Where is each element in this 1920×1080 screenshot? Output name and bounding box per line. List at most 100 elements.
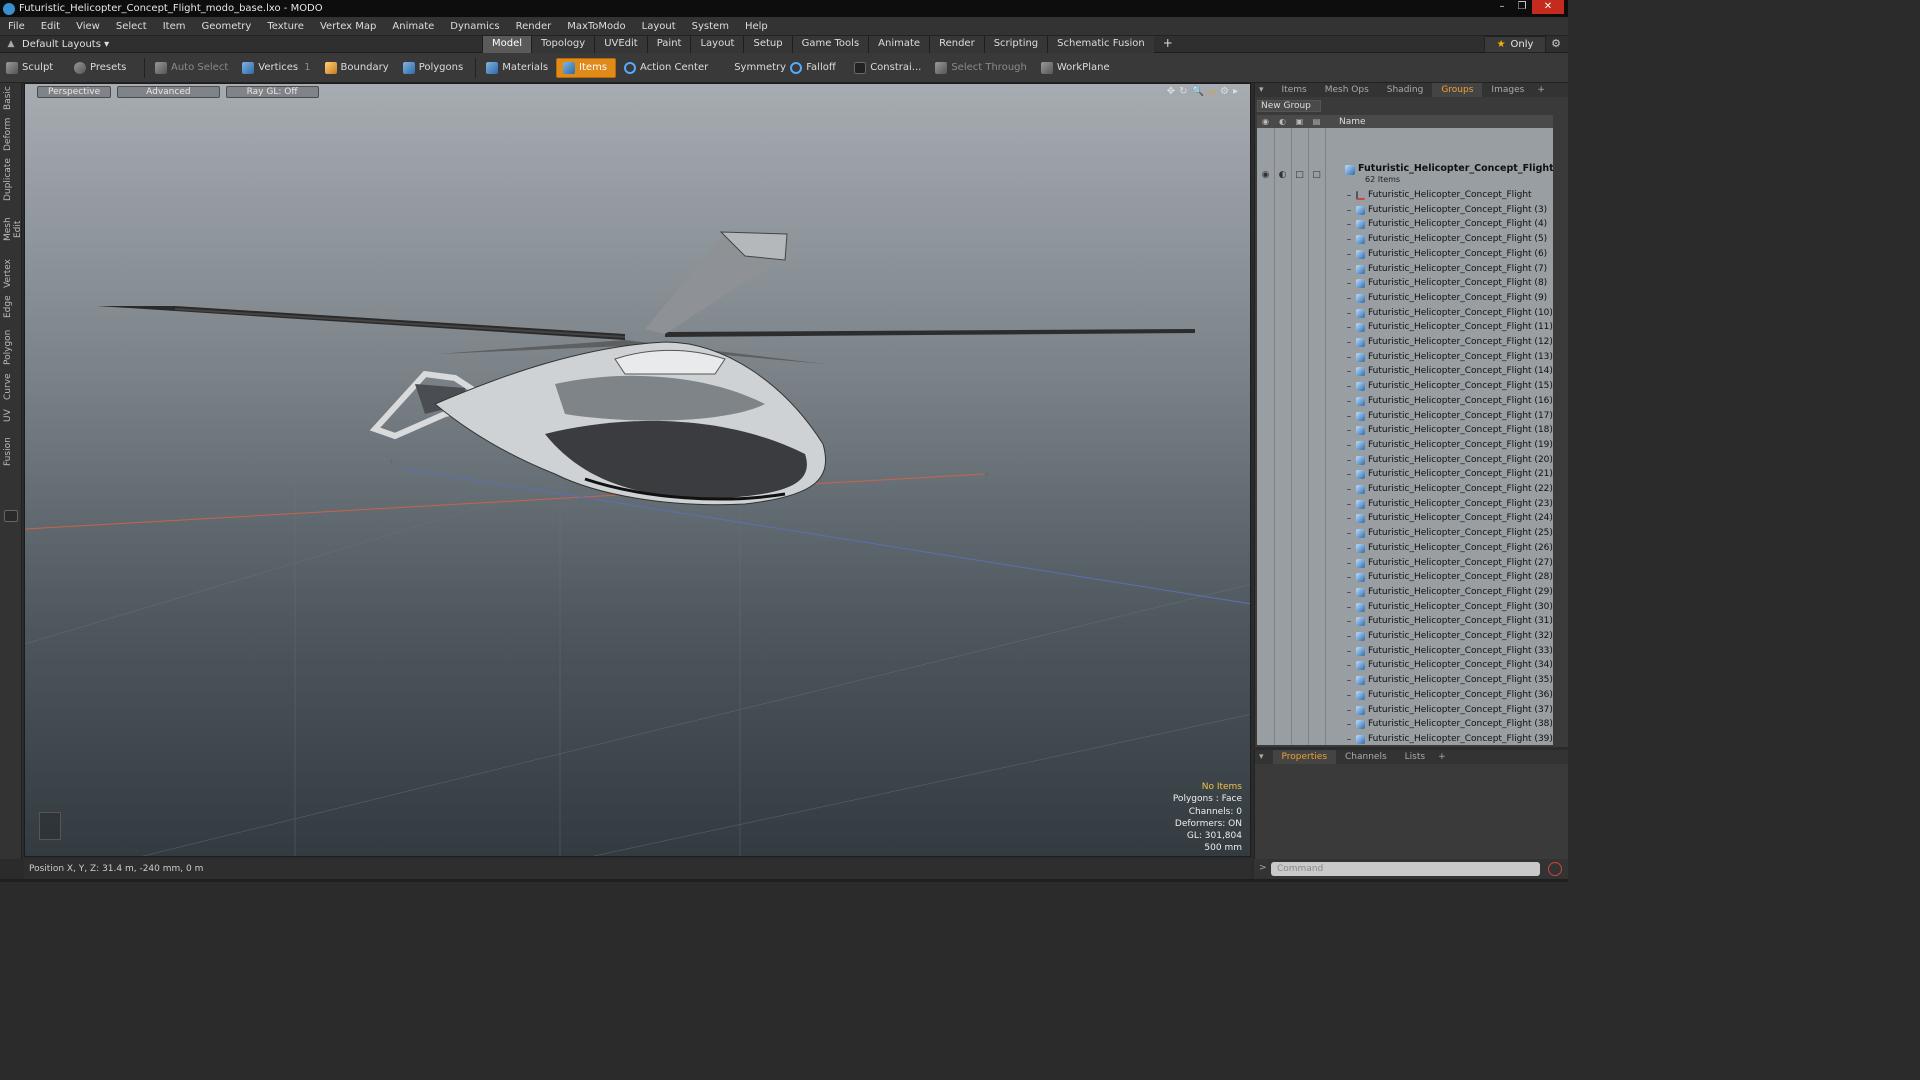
list-item[interactable]: Futuristic_Helicopter_Concept_Flight (34… [1257,659,1553,674]
vtab-deform[interactable]: Deform [3,118,19,151]
vtab-vertex[interactable]: Vertex [3,259,19,289]
list-item[interactable]: Futuristic_Helicopter_Concept_Flight (26… [1257,542,1553,557]
left-panel-toggle-button[interactable] [4,510,18,522]
only-button[interactable]: ★ Only [1484,36,1546,53]
list-item[interactable]: Futuristic_Helicopter_Concept_Flight (23… [1257,498,1553,513]
tab-render[interactable]: Render [929,35,984,53]
tab-lists[interactable]: Lists [1396,750,1434,764]
tab-model[interactable]: Model [482,35,532,53]
list-item[interactable]: Futuristic_Helicopter_Concept_Flight (32… [1257,630,1553,645]
minimize-icon[interactable]: – [1492,0,1512,14]
list-item[interactable]: Futuristic_Helicopter_Concept_Flight (25… [1257,527,1553,542]
select-through-button[interactable]: Select Through [929,58,1033,78]
tab-mesh-ops[interactable]: Mesh Ops [1316,83,1378,97]
list-item[interactable]: Futuristic_Helicopter_Concept_Flight (22… [1257,483,1553,498]
list-item[interactable]: Futuristic_Helicopter_Concept_Flight (30… [1257,601,1553,616]
list-item[interactable]: Futuristic_Helicopter_Concept_Flight (38… [1257,718,1553,733]
list-item[interactable]: Futuristic_Helicopter_Concept_Flight (28… [1257,571,1553,586]
vertices-button[interactable]: Vertices 1 [236,58,316,78]
menu-select[interactable]: Select [108,21,155,32]
command-history-icon[interactable]: > [1259,863,1267,873]
menu-item[interactable]: Item [155,21,194,32]
list-item[interactable]: Futuristic_Helicopter_Concept_Flight (5) [1257,233,1553,248]
menu-view[interactable]: View [68,21,108,32]
viewport-menu-icon[interactable]: ▸ [1233,86,1238,97]
menu-texture[interactable]: Texture [259,21,312,32]
sculpt-button[interactable]: Sculpt [0,58,66,78]
zoom-view-icon[interactable]: 🔍 [1192,86,1204,97]
list-item[interactable]: Futuristic_Helicopter_Concept_Flight (11… [1257,321,1553,336]
list-item[interactable]: Futuristic_Helicopter_Concept_Flight (24… [1257,512,1553,527]
fit-view-icon[interactable]: ⥄ [1208,86,1216,97]
tab-items[interactable]: Items [1273,83,1316,97]
tab-layout[interactable]: Layout [690,35,744,53]
constraints-button[interactable]: Constrai... [848,58,927,78]
menu-help[interactable]: Help [737,21,776,32]
command-stop-icon[interactable] [1548,862,1562,876]
add-tab-button[interactable]: + [1154,36,1182,53]
add-panel-tab-button[interactable]: + [1533,83,1549,97]
menu-vertex-map[interactable]: Vertex Map [312,21,384,32]
lock-col-icon[interactable]: ▣ [1291,117,1308,126]
vtab-fusion[interactable]: Fusion [3,437,19,467]
render-col-icon[interactable]: ◐ [1274,117,1291,126]
list-item[interactable]: Futuristic_Helicopter_Concept_Flight (9) [1257,292,1553,307]
tab-scripting[interactable]: Scripting [983,35,1048,53]
presets-button[interactable]: Presets [68,58,138,78]
falloff-button[interactable]: Falloff [784,58,846,78]
list-item[interactable]: Futuristic_Helicopter_Concept_Flight (3) [1257,204,1553,219]
materials-button[interactable]: Materials [480,58,554,78]
layout-toggle-icon[interactable]: ▲ [0,39,22,49]
move-view-icon[interactable]: ✥ [1167,86,1175,97]
list-item[interactable]: Futuristic_Helicopter_Concept_Flight (31… [1257,615,1553,630]
list-item[interactable]: Futuristic_Helicopter_Concept_Flight (12… [1257,336,1553,351]
tab-paint[interactable]: Paint [646,35,691,53]
rotate-view-icon[interactable]: ↻ [1179,86,1187,97]
list-item[interactable]: Futuristic_Helicopter_Concept_Flight (36… [1257,689,1553,704]
layout-selector[interactable]: Default Layouts ▾ [22,39,482,50]
viewport-settings-icon[interactable]: ⚙ [1220,86,1229,97]
panel-collapse-icon[interactable]: ▾ [1255,750,1273,764]
vtab-edge[interactable]: Edge [3,295,19,319]
group-row[interactable]: Futuristic_Helicopter_Concept_Flight 62 … [1257,161,1553,189]
list-item[interactable]: Futuristic_Helicopter_Concept_Flight [1257,189,1553,204]
workplane-button[interactable]: WorkPlane [1035,58,1116,78]
boundary-button[interactable]: Boundary [319,58,395,78]
visibility-col-icon[interactable]: ◉ [1257,117,1274,126]
list-item[interactable]: Futuristic_Helicopter_Concept_Flight (21… [1257,468,1553,483]
menu-geometry[interactable]: Geometry [193,21,259,32]
vtab-duplicate[interactable]: Duplicate [3,158,19,201]
groups-scrollbar[interactable] [1554,115,1563,745]
list-item[interactable]: Futuristic_Helicopter_Concept_Flight (4) [1257,218,1553,233]
tab-groups[interactable]: Groups [1432,83,1483,97]
list-item[interactable]: Futuristic_Helicopter_Concept_Flight (7) [1257,263,1553,278]
list-item[interactable]: Futuristic_Helicopter_Concept_Flight (20… [1257,454,1553,469]
vtab-mesh-edit[interactable]: Mesh Edit [3,209,23,249]
list-item[interactable]: Futuristic_Helicopter_Concept_Flight (8) [1257,277,1553,292]
tab-shading[interactable]: Shading [1378,83,1433,97]
tab-images[interactable]: Images [1482,83,1533,97]
list-item[interactable]: Futuristic_Helicopter_Concept_Flight (6) [1257,248,1553,263]
tab-topology[interactable]: Topology [531,35,595,53]
list-item[interactable]: Futuristic_Helicopter_Concept_Flight (27… [1257,557,1553,572]
list-item[interactable]: Futuristic_Helicopter_Concept_Flight (13… [1257,351,1553,366]
menu-animate[interactable]: Animate [384,21,442,32]
tab-uvedit[interactable]: UVEdit [594,35,647,53]
list-item[interactable]: Futuristic_Helicopter_Concept_Flight (35… [1257,674,1553,689]
select-col-icon[interactable]: ▤ [1308,117,1325,126]
add-properties-tab-button[interactable]: + [1434,750,1450,764]
vtab-basic[interactable]: Basic [3,85,19,111]
menu-layout[interactable]: Layout [634,21,684,32]
tab-properties[interactable]: Properties [1272,750,1337,764]
3d-viewport[interactable]: + + Perspective Advanced Ray GL: Off ✥ ↻… [24,83,1251,857]
vtab-polygon[interactable]: Polygon [3,329,19,365]
raygl-toggle[interactable]: Ray GL: Off [225,86,319,98]
tab-channels[interactable]: Channels [1336,750,1396,764]
tab-setup[interactable]: Setup [743,35,792,53]
shading-mode-dropdown[interactable]: Advanced [117,86,220,98]
list-item[interactable]: Futuristic_Helicopter_Concept_Flight (17… [1257,410,1553,425]
tab-schematic-fusion[interactable]: Schematic Fusion [1047,35,1154,53]
list-item[interactable]: Futuristic_Helicopter_Concept_Flight (29… [1257,586,1553,601]
tab-game-tools[interactable]: Game Tools [791,35,869,53]
menu-render[interactable]: Render [508,21,560,32]
